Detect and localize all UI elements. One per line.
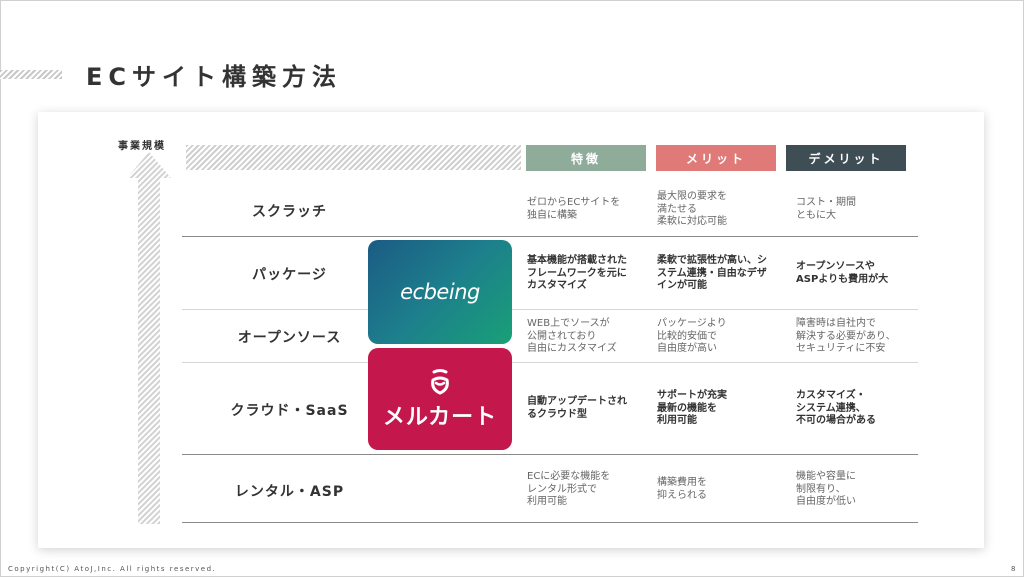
merit-cell: 構築費用を 抑えられる <box>657 477 707 501</box>
method-label-package: パッケージ <box>252 267 327 283</box>
copyright-footer: Copyright(C) AtoJ,Inc. All rights reserv… <box>8 565 217 573</box>
merit-cell: 柔軟で拡張性が高い、シ ステム連携・自由なデザ インが可能 <box>657 255 767 291</box>
column-header-demerit: デメリット <box>786 145 906 171</box>
column-header-label: メリット <box>685 151 746 166</box>
feature-cell: WEB上でソースが 公開されており 自由にカスタマイズ <box>527 318 617 354</box>
row-divider <box>182 309 918 310</box>
column-header-feature: 特徴 <box>526 145 646 171</box>
demerit-cell: 機能や容量に 制限有り、 自由度が低い <box>796 471 856 507</box>
row-divider <box>182 454 918 455</box>
ecbeing-logo-text: ecbeing <box>400 280 480 304</box>
method-label-rental-asp: レンタル・ASP <box>234 484 345 500</box>
feature-cell: 基本機能が搭載された フレームワークを元に カスタマイズ <box>527 255 627 291</box>
feature-cell: ゼロからECサイトを 独自に構築 <box>527 197 621 221</box>
axis-label: 事業規模 <box>118 141 166 152</box>
demerit-cell: カスタマイズ・ システム連携、 不可の場合がある <box>796 390 876 426</box>
row-divider <box>182 236 918 237</box>
feature-cell: ECに必要な機能を レンタル形式で 利用可能 <box>527 471 611 507</box>
makeshop-smile-icon <box>431 369 449 395</box>
makeshop-logo: メルカート <box>368 348 512 450</box>
column-header-label: 特徴 <box>570 151 601 166</box>
method-label-cloud-saas: クラウド・SaaS <box>230 403 349 419</box>
method-label-opensource: オープンソース <box>237 330 342 346</box>
column-header-label: デメリット <box>808 151 884 166</box>
title-stripe-decoration <box>0 70 62 79</box>
column-header-merit: メリット <box>656 145 776 171</box>
makeshop-logo-text: メルカート <box>382 405 498 430</box>
row-divider <box>182 522 918 523</box>
feature-cell: 自動アップデートされ るクラウド型 <box>527 396 627 420</box>
merit-cell: 最大限の要求を 満たせる 柔軟に対応可能 <box>657 191 727 227</box>
row-divider <box>182 362 918 363</box>
business-scale-arrow-icon <box>127 152 171 524</box>
merit-cell: パッケージより 比較的安価で 自由度が高い <box>657 318 727 354</box>
demerit-cell: コスト・期間 ともに大 <box>796 197 856 221</box>
page-number: 8 <box>1011 565 1016 573</box>
header-hatch-decoration <box>186 145 521 170</box>
demerit-cell: オープンソースや ASPよりも費用が大 <box>796 261 889 285</box>
demerit-cell: 障害時は自社内で 解決する必要があり、 セキュリティに不安 <box>796 318 896 354</box>
merit-cell: サポートが充実 最新の機能を 利用可能 <box>657 390 727 426</box>
method-label-scratch: スクラッチ <box>252 204 327 220</box>
page-title: ECサイト構築方法 <box>86 63 343 91</box>
ecbeing-logo: ecbeing <box>368 240 512 344</box>
